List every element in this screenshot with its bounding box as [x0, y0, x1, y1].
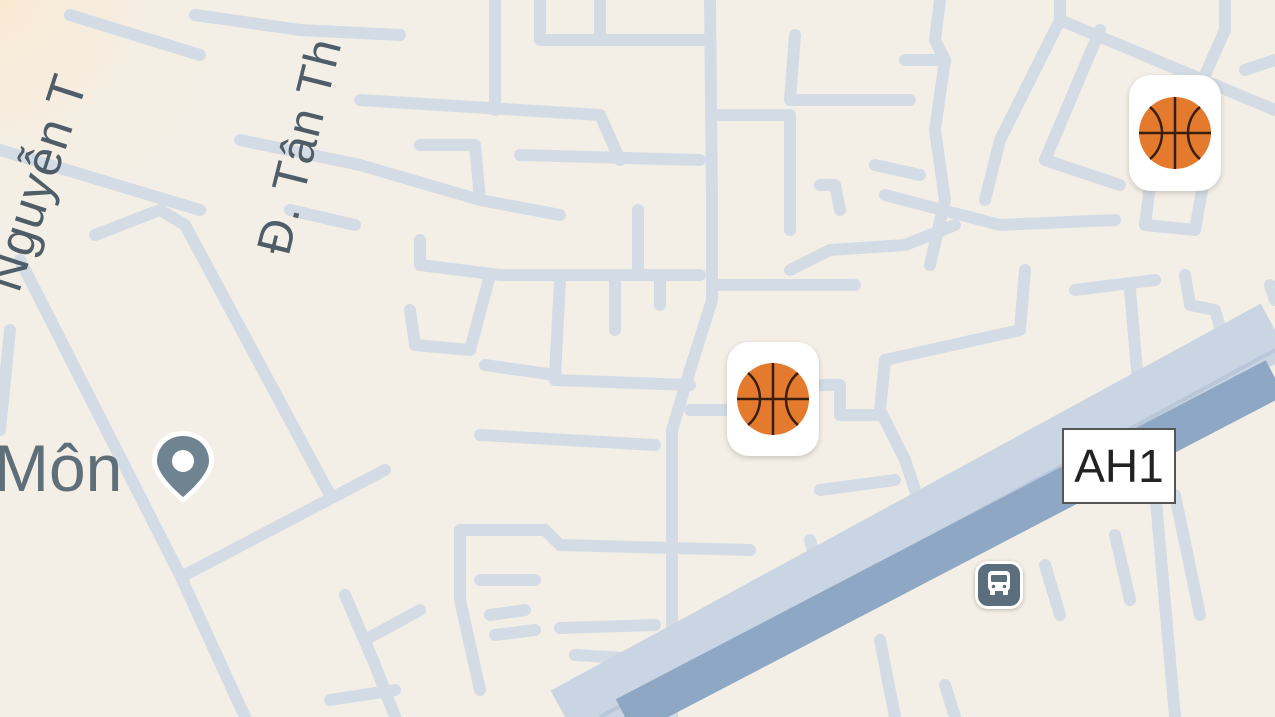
- road-network: [0, 0, 1275, 717]
- basketball-icon: [1138, 96, 1212, 170]
- basketball-icon: [736, 362, 810, 436]
- basketball-court-poi[interactable]: [727, 342, 819, 456]
- place-label-mon[interactable]: Môn: [0, 430, 122, 506]
- map-canvas[interactable]: Nguyễn T Đ. Tân Th Môn AH1: [0, 0, 1275, 717]
- bus-icon: [986, 569, 1012, 602]
- location-pin-icon[interactable]: [148, 427, 218, 507]
- bus-stop[interactable]: [975, 561, 1023, 609]
- route-shield-ah1[interactable]: AH1: [1062, 428, 1176, 504]
- basketball-court-poi[interactable]: [1129, 75, 1221, 191]
